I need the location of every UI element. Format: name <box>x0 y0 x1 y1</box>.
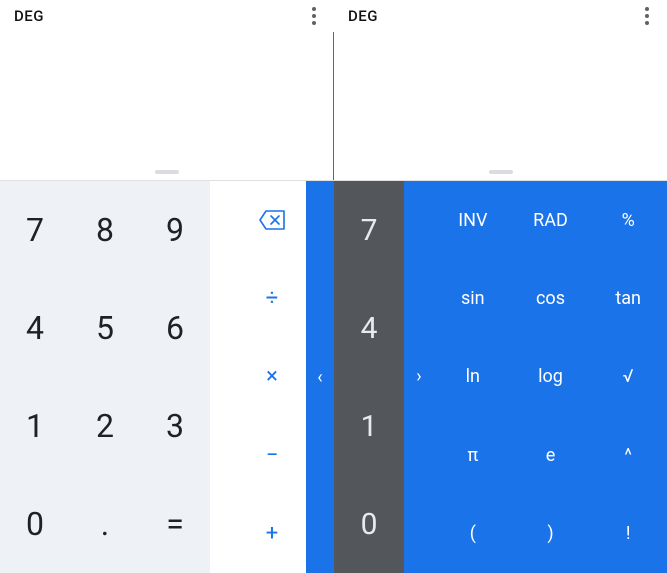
digit-4[interactable]: 4 <box>334 279 404 377</box>
drag-handle-icon[interactable] <box>155 170 179 174</box>
operator-pad: ÷ × − + ‹ <box>210 181 334 573</box>
rparen-button[interactable]: ) <box>512 495 590 573</box>
calculator-advanced: DEG 7 4 1 0 › INV RAD % sin cos tan ln l… <box>334 0 667 573</box>
angle-mode[interactable]: DEG <box>348 7 378 25</box>
backspace-icon <box>258 209 286 231</box>
drag-handle-icon[interactable] <box>489 170 513 174</box>
angle-mode[interactable]: DEG <box>14 7 44 25</box>
sin-button[interactable]: sin <box>434 259 512 337</box>
advanced-pad: › INV RAD % sin cos tan ln log √ π e ^ (… <box>404 181 667 573</box>
digit-9[interactable]: 9 <box>140 181 210 279</box>
digit-6[interactable]: 6 <box>140 279 210 377</box>
more-menu-icon[interactable] <box>308 3 320 29</box>
digit-7[interactable]: 7 <box>334 181 404 279</box>
topbar: DEG <box>0 0 334 32</box>
digit-0[interactable]: 0 <box>334 475 404 573</box>
digit-4[interactable]: 4 <box>0 279 70 377</box>
equals-button[interactable]: = <box>140 475 210 573</box>
factorial-button[interactable]: ! <box>589 495 667 573</box>
digit-1[interactable]: 1 <box>334 377 404 475</box>
inv-button[interactable]: INV <box>434 181 512 259</box>
digit-2[interactable]: 2 <box>70 377 140 475</box>
digit-0[interactable]: 0 <box>0 475 70 573</box>
e-button[interactable]: e <box>512 416 590 494</box>
digit-7[interactable]: 7 <box>0 181 70 279</box>
more-menu-icon[interactable] <box>641 3 653 29</box>
display-area[interactable] <box>0 32 334 180</box>
calculator-basic: DEG 7 8 9 4 5 6 1 2 3 0 . = ÷ <box>0 0 334 573</box>
percent-button[interactable]: % <box>589 181 667 259</box>
digit-pad: 7 8 9 4 5 6 1 2 3 0 . = <box>0 181 210 573</box>
tan-button[interactable]: tan <box>589 259 667 337</box>
topbar: DEG <box>334 0 667 32</box>
cos-button[interactable]: cos <box>512 259 590 337</box>
pi-button[interactable]: π <box>434 416 512 494</box>
expand-panel-button[interactable]: ‹ <box>306 181 334 573</box>
keypad: 7 4 1 0 › INV RAD % sin cos tan ln log √… <box>334 180 667 573</box>
digit-column: 7 4 1 0 <box>334 181 404 573</box>
decimal-point[interactable]: . <box>70 475 140 573</box>
digit-5[interactable]: 5 <box>70 279 140 377</box>
keypad: 7 8 9 4 5 6 1 2 3 0 . = ÷ × − + ‹ <box>0 180 334 573</box>
display-area[interactable] <box>334 32 667 180</box>
power-button[interactable]: ^ <box>589 416 667 494</box>
rad-button[interactable]: RAD <box>512 181 590 259</box>
ln-button[interactable]: ln <box>434 338 512 416</box>
log-button[interactable]: log <box>512 338 590 416</box>
lparen-button[interactable]: ( <box>434 495 512 573</box>
digit-8[interactable]: 8 <box>70 181 140 279</box>
digit-1[interactable]: 1 <box>0 377 70 475</box>
digit-3[interactable]: 3 <box>140 377 210 475</box>
sqrt-button[interactable]: √ <box>589 338 667 416</box>
collapse-panel-button[interactable]: › <box>404 338 434 416</box>
